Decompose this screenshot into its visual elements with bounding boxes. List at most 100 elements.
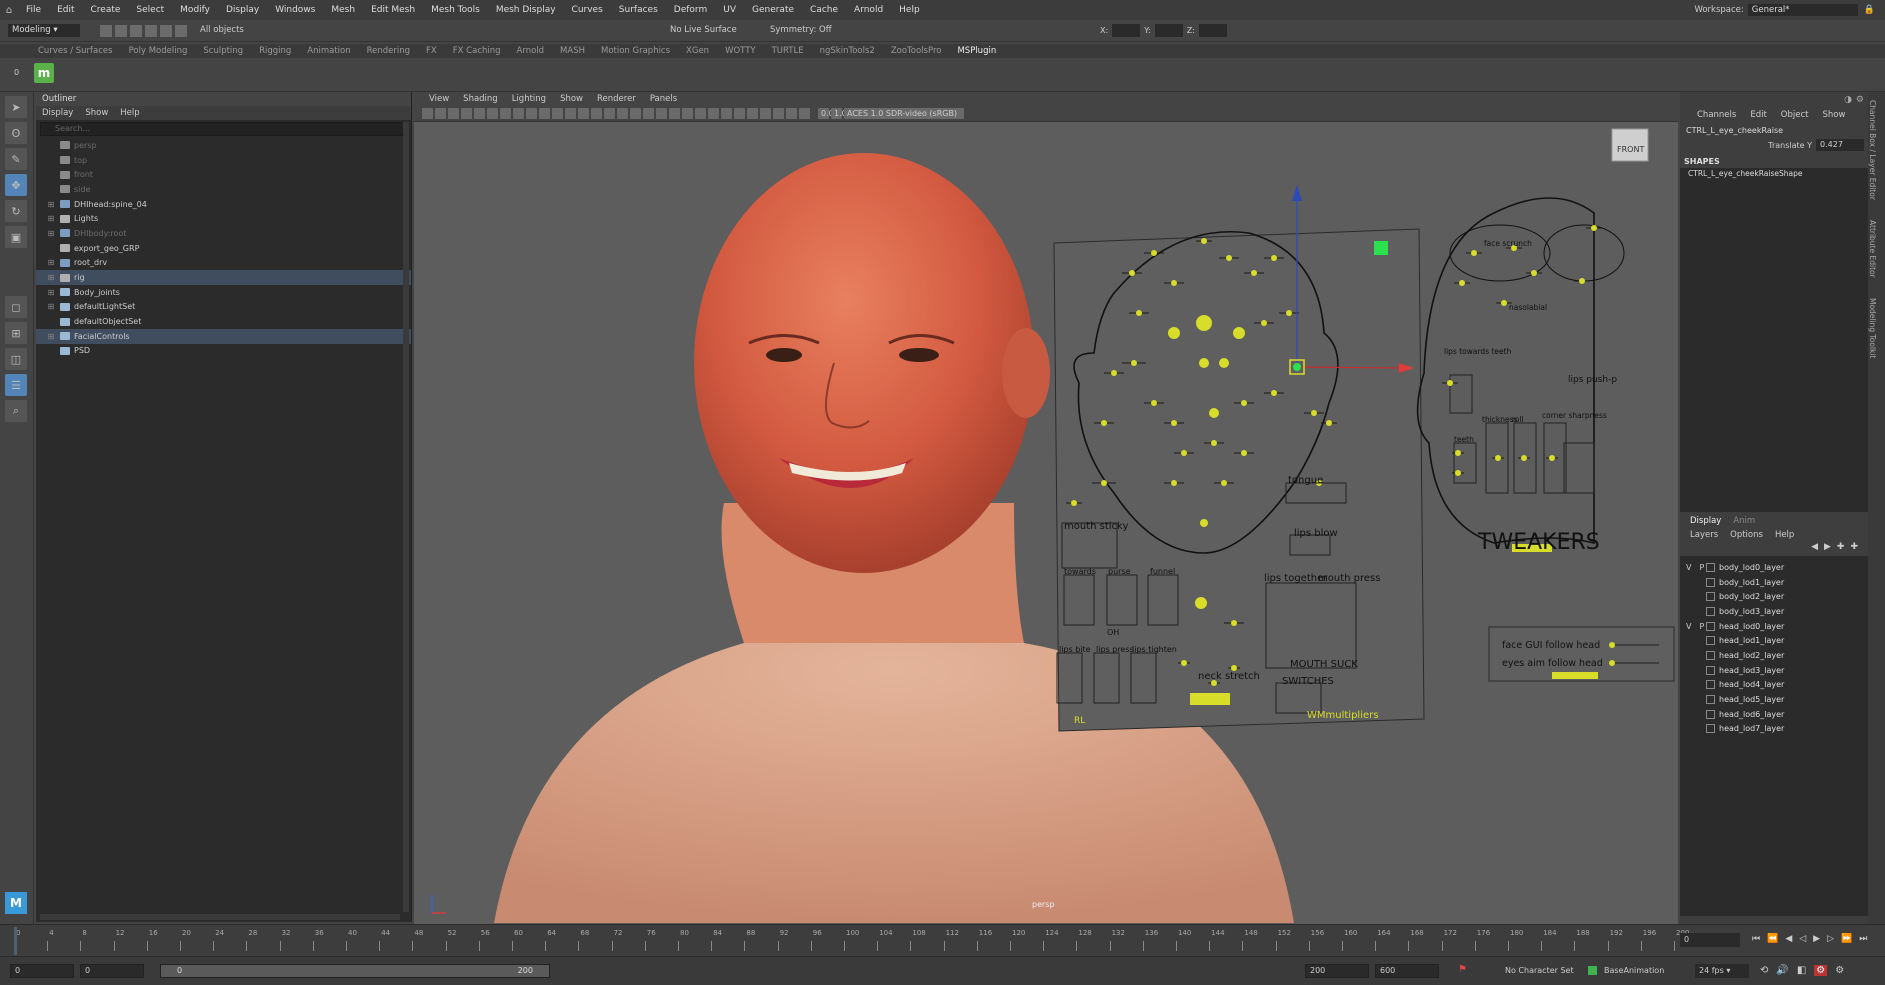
step-back-key-icon[interactable]: ⏪ (1767, 934, 1778, 944)
menu-curves[interactable]: Curves (564, 5, 611, 15)
menu-mesh[interactable]: Mesh (323, 5, 363, 15)
rig-control-dot[interactable] (1241, 400, 1247, 406)
shelf-tab-wotty[interactable]: WOTTY (717, 46, 764, 56)
select-mode-select[interactable]: All objects (200, 24, 272, 37)
rig-control-dot[interactable] (1311, 410, 1317, 416)
rig-control-dot[interactable] (1579, 278, 1585, 284)
expand-icon[interactable]: ⊞ (46, 273, 56, 282)
maya-m-icon[interactable]: M (5, 892, 27, 914)
auto-key-icon[interactable]: ⚑ (1458, 964, 1467, 975)
rig-control-dot[interactable] (1199, 358, 1209, 368)
rig-control-dot[interactable] (1495, 455, 1501, 461)
rig-control-dot[interactable] (1200, 519, 1208, 527)
channel-menu-show[interactable]: Show (1815, 110, 1852, 120)
side-tab-modeling-toolkit[interactable]: Modeling Toolkit (1868, 298, 1877, 358)
anim-end-field[interactable]: 200 (1305, 964, 1369, 978)
layer-visibility-toggle[interactable] (1680, 695, 1706, 704)
layer-visibility-toggle[interactable] (1680, 724, 1706, 733)
anim-prefs-icon[interactable]: ⚙ (1814, 965, 1828, 976)
layer-row[interactable]: body_lod3_layer (1680, 604, 1868, 619)
outliner-item[interactable]: persp (36, 138, 411, 153)
viewport-tool-icon[interactable] (747, 108, 758, 119)
x-field[interactable] (1112, 24, 1141, 37)
viewport-menu-shading[interactable]: Shading (456, 94, 505, 104)
layer-row[interactable]: head_lod6_layer (1680, 707, 1868, 722)
viewport-tool-icon[interactable] (708, 108, 719, 119)
workspace-select[interactable]: General* (1747, 4, 1858, 16)
live-surface-field[interactable]: No Live Surface (670, 24, 750, 37)
viewport-tool-icon[interactable] (760, 108, 771, 119)
play-back-icon[interactable]: ◁ (1799, 934, 1806, 944)
viewport-tool-icon[interactable] (565, 108, 576, 119)
rig-control-dot[interactable] (1171, 420, 1177, 426)
rig-control-dot[interactable] (1271, 390, 1277, 396)
step-forward-key-icon[interactable]: ⏩ (1841, 934, 1852, 944)
side-tab-attribute-editor[interactable]: Attribute Editor (1868, 220, 1877, 278)
shelf-tab-ngskintools2[interactable]: ngSkinTools2 (812, 46, 883, 56)
two-view-icon[interactable]: ◫ (5, 348, 27, 370)
shelf-tab-mash[interactable]: MASH (552, 46, 593, 56)
viewport-tool-icon[interactable] (786, 108, 797, 119)
anim-start-field[interactable]: 0 (80, 964, 144, 978)
viewport-tool-icon[interactable] (422, 108, 433, 119)
rig-control-dot[interactable] (1455, 470, 1461, 476)
new-layer-icon[interactable]: ✚ (1837, 542, 1845, 556)
rig-control-dot[interactable] (1261, 320, 1267, 326)
current-frame-field[interactable]: 0 (1680, 933, 1740, 947)
layer-prev-icon[interactable]: ◀ (1811, 542, 1818, 556)
status-tool-icon[interactable] (160, 25, 172, 37)
symmetry-select[interactable]: Symmetry: Off (770, 24, 850, 37)
menu-select[interactable]: Select (128, 5, 172, 15)
layer-visibility-toggle[interactable] (1680, 680, 1706, 689)
layer-tab-display[interactable]: Display (1684, 516, 1727, 526)
channel-toggle-icon[interactable]: ◑ (1844, 95, 1852, 105)
viewport-tool-icon[interactable] (656, 108, 667, 119)
rig-control-dot[interactable] (1251, 270, 1257, 276)
time-slider[interactable]: 0 4 8 12 16 20 24 28 32 36 40 44 48 52 56 60 64 68 72 76 80 8… (0, 924, 1885, 956)
rig-control-dot[interactable] (1591, 225, 1597, 231)
layer-row[interactable]: body_lod1_layer (1680, 575, 1868, 590)
viewport-tool-icon[interactable] (435, 108, 446, 119)
layer-visibility-toggle[interactable] (1680, 578, 1706, 587)
rig-control-dot[interactable] (1531, 270, 1537, 276)
viewport-menu-lighting[interactable]: Lighting (505, 94, 553, 104)
viewport-tool-icon[interactable] (734, 108, 745, 119)
shelf-tab-msplugin[interactable]: MSPlugin (949, 46, 1004, 56)
outliner-item[interactable]: ⊞ FacialControls (36, 328, 411, 344)
shelf-tab-sculpting[interactable]: Sculpting (195, 46, 251, 56)
menu-display[interactable]: Display (218, 5, 267, 15)
outliner-item[interactable]: ⊞ defaultLightSet (36, 300, 411, 315)
rig-control-dot[interactable] (1459, 280, 1465, 286)
menu-windows[interactable]: Windows (267, 5, 323, 15)
outliner-item[interactable]: side (36, 182, 411, 197)
shelf-tab-turtle[interactable]: TURTLE (764, 46, 812, 56)
viewport-tool-icon[interactable] (695, 108, 706, 119)
outliner-scrollbar[interactable] (403, 122, 409, 912)
rig-control-dot[interactable] (1219, 358, 1229, 368)
status-tool-icon[interactable] (175, 25, 187, 37)
rotate-tool-icon[interactable]: ↻ (5, 200, 27, 222)
lock-icon[interactable]: 🔒 (1864, 5, 1875, 15)
layer-row[interactable]: head_lod5_layer (1680, 692, 1868, 707)
range-slider[interactable]: 0 200 (160, 964, 550, 978)
rig-control-dot[interactable] (1181, 450, 1187, 456)
status-tool-icon[interactable] (100, 25, 112, 37)
rig-control-dot[interactable] (1195, 597, 1207, 609)
search-icon[interactable]: ⌕ (5, 400, 27, 422)
playhead[interactable] (14, 927, 17, 955)
viewport-tool-icon[interactable] (591, 108, 602, 119)
layer-row[interactable]: head_lod1_layer (1680, 633, 1868, 648)
rig-control-dot[interactable] (1209, 408, 1219, 418)
layer-visibility-toggle[interactable] (1680, 607, 1706, 616)
layer-row[interactable]: head_lod2_layer (1680, 648, 1868, 663)
menu-deform[interactable]: Deform (666, 5, 715, 15)
expand-icon[interactable]: ⊞ (46, 229, 56, 238)
menu-arnold[interactable]: Arnold (846, 5, 891, 15)
viewport-tool-icon[interactable] (669, 108, 680, 119)
status-tool-icon[interactable] (145, 25, 157, 37)
settings-icon[interactable]: ⚙ (1835, 965, 1844, 976)
shelf-tab-fx-caching[interactable]: FX Caching (445, 46, 509, 56)
viewport-tool-icon[interactable] (448, 108, 459, 119)
rig-control-dot[interactable] (1233, 327, 1245, 339)
menu-help[interactable]: Help (891, 5, 928, 15)
